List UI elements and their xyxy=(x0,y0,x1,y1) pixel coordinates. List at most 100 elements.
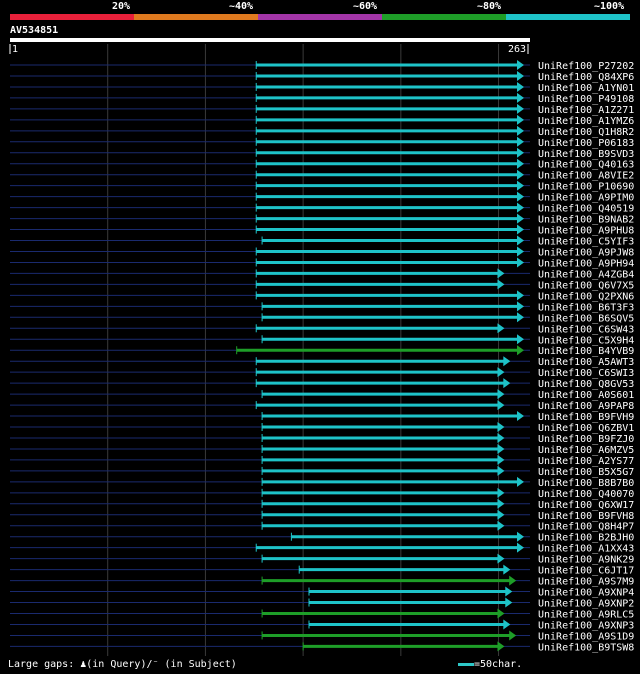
hit-arrow xyxy=(497,432,505,443)
hit-arrow xyxy=(497,367,505,378)
hit-arrow xyxy=(497,465,505,476)
hit-label: UniRef100_B9FZJ0 xyxy=(538,434,634,445)
hit-label: UniRef100_B8B7B0 xyxy=(538,478,634,489)
hit-label: UniRef100_A1XX43 xyxy=(538,544,634,555)
hit-arrow xyxy=(517,334,524,345)
hit-label: UniRef100_B9TSW8 xyxy=(538,642,634,653)
hit-arrow xyxy=(517,257,524,268)
hit-label: UniRef100_C5X9H4 xyxy=(538,335,634,346)
hit-arrow xyxy=(497,323,505,334)
hit-label: UniRef100_A9S1D9 xyxy=(538,631,634,642)
hit-arrow xyxy=(517,136,524,147)
hit-arrow xyxy=(517,92,524,103)
hit-arrow xyxy=(505,586,513,597)
hit-label: UniRef100_A9XNP3 xyxy=(538,620,634,631)
hit-arrow xyxy=(509,630,517,641)
hit-arrow xyxy=(517,169,524,180)
hit-arrow xyxy=(497,487,505,498)
hit-label: UniRef100_A9PAP8 xyxy=(538,401,634,412)
hit-label: UniRef100_A6MZV5 xyxy=(538,445,634,456)
hit-label: UniRef100_A1Z271 xyxy=(538,105,634,116)
hit-label: UniRef100_Q84XP6 xyxy=(538,72,634,83)
hit-arrow xyxy=(517,147,524,158)
hit-arrow xyxy=(517,312,524,323)
hit-label: UniRef100_B4YVB9 xyxy=(538,346,634,357)
hit-label: UniRef100_A9NK29 xyxy=(538,555,634,566)
hit-arrow xyxy=(517,411,524,422)
hit-label: UniRef100_A5AWT3 xyxy=(538,357,634,368)
hit-arrow xyxy=(497,498,505,509)
hit-arrow xyxy=(497,454,505,465)
hit-arrow xyxy=(517,191,524,202)
alignment-chart: 1 263UniRef100_P27202UniRef100_Q84XP6UniR… xyxy=(9,44,634,656)
hit-label: UniRef100_Q2PXN6 xyxy=(538,291,634,302)
hit-label: UniRef100_P27202 xyxy=(538,61,634,72)
hit-label: UniRef100_Q40519 xyxy=(538,204,634,215)
hit-arrow xyxy=(517,542,524,553)
hit-label: UniRef100_A2YS77 xyxy=(538,456,634,467)
hit-arrow xyxy=(497,279,505,290)
hit-label: UniRef100_P10690 xyxy=(538,182,634,193)
hit-label: UniRef100_B5X5G7 xyxy=(538,467,634,478)
hit-label: UniRef100_Q40070 xyxy=(538,489,634,500)
hit-arrow xyxy=(517,60,524,70)
hit-arrow xyxy=(505,597,513,608)
hit-arrow xyxy=(497,443,505,454)
hit-label: UniRef100_B6SQV5 xyxy=(538,313,634,324)
hit-arrow xyxy=(503,564,511,575)
hit-label: UniRef100_A8VIE2 xyxy=(538,171,634,182)
query-end-label: 263 xyxy=(508,44,526,55)
hit-arrow xyxy=(517,202,524,213)
hit-arrow xyxy=(517,70,524,81)
hit-label: UniRef100_B6T3F3 xyxy=(538,302,634,313)
hit-arrow xyxy=(503,619,511,630)
hit-label: UniRef100_A1YN01 xyxy=(538,83,634,94)
hit-label: UniRef100_A9PH94 xyxy=(538,258,634,269)
hit-arrow xyxy=(517,246,524,257)
hit-label: UniRef100_A9S7M9 xyxy=(538,577,634,588)
hit-arrow xyxy=(497,268,505,279)
hit-arrow xyxy=(517,476,524,487)
hit-arrow xyxy=(517,114,524,125)
hit-arrow xyxy=(517,180,524,191)
hit-label: UniRef100_C5YIF3 xyxy=(538,237,634,248)
hit-label: UniRef100_A1YMZ6 xyxy=(538,116,634,127)
scale-swatch xyxy=(458,662,474,666)
query-start-label: 1 xyxy=(12,44,18,55)
hit-arrow xyxy=(503,378,511,389)
hit-arrow xyxy=(517,158,524,169)
hit-arrow xyxy=(517,81,524,92)
hit-label: UniRef100_Q6ZBV1 xyxy=(538,423,634,434)
hit-arrow xyxy=(517,301,524,312)
hit-label: UniRef100_A4ZGB4 xyxy=(538,269,634,280)
hit-label: UniRef100_C6SWI3 xyxy=(538,368,634,379)
hit-arrow xyxy=(497,509,505,520)
hit-label: UniRef100_C6SW43 xyxy=(538,324,634,335)
scale-legend: =50char. xyxy=(458,659,522,670)
hit-label: UniRef100_Q1H8R2 xyxy=(538,127,634,138)
scale-label: =50char. xyxy=(474,659,523,670)
hit-label: UniRef100_Q6XW17 xyxy=(538,500,634,511)
hit-arrow xyxy=(517,345,524,356)
hit-arrow xyxy=(517,290,524,301)
hit-label: UniRef100_B9FVH8 xyxy=(538,511,634,522)
hit-arrow xyxy=(497,400,505,411)
hit-label: UniRef100_P06183 xyxy=(538,138,634,149)
hit-arrow xyxy=(517,531,524,542)
hit-arrow xyxy=(517,213,524,224)
hit-label: UniRef100_A9XNP2 xyxy=(538,599,634,610)
hit-label: UniRef100_B9FVH9 xyxy=(538,412,634,423)
hit-label: UniRef100_Q8GV53 xyxy=(538,379,634,390)
hit-label: UniRef100_Q8H4P7 xyxy=(538,522,634,533)
hit-arrow xyxy=(517,125,524,136)
hit-label: UniRef100_A9XNP4 xyxy=(538,588,634,599)
gaps-legend: Large gaps: ♟(in Query)/⁻ (in Subject) xyxy=(8,659,237,670)
hit-arrow xyxy=(517,235,524,246)
hit-label: UniRef100_Q6V7X5 xyxy=(538,280,634,291)
hit-arrow xyxy=(497,520,505,531)
hit-label: UniRef100_Q40163 xyxy=(538,160,634,171)
hit-label: UniRef100_A9PHU8 xyxy=(538,226,634,237)
hit-arrow xyxy=(517,103,524,114)
hit-label: UniRef100_B2BJH0 xyxy=(538,533,634,544)
hit-label: UniRef100_A0S601 xyxy=(538,390,634,401)
